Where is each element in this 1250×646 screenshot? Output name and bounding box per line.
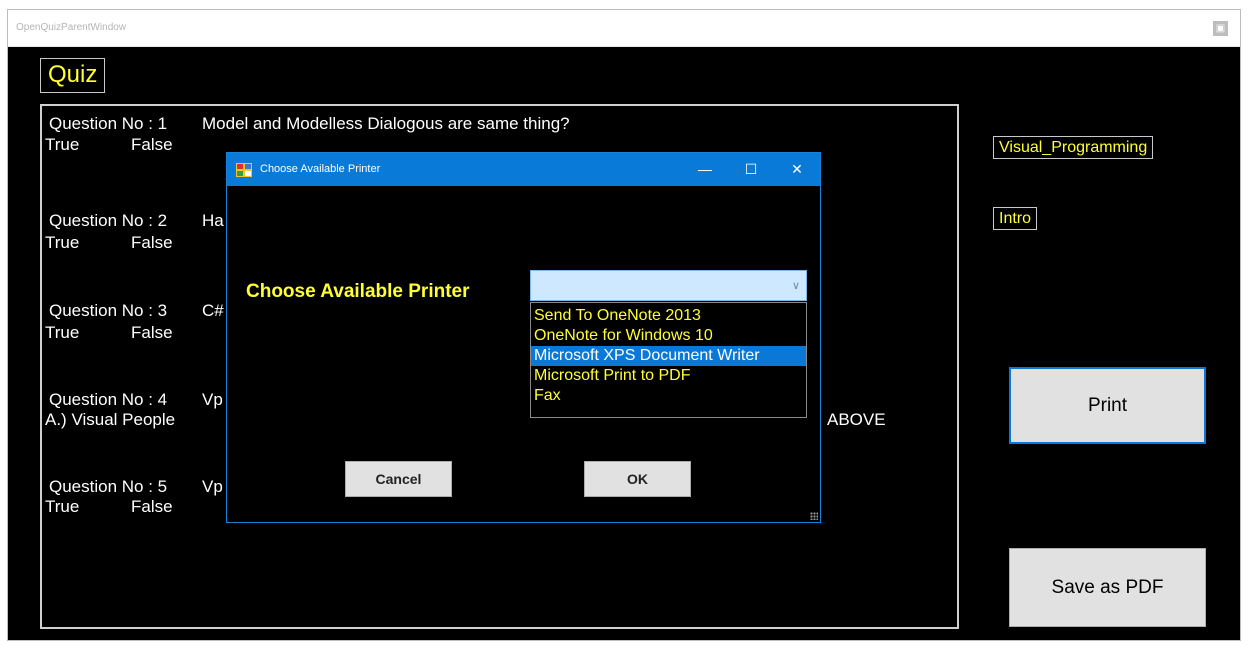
question-3-label: Question No : 3	[49, 301, 168, 320]
topic-tag: Intro	[993, 207, 1038, 230]
question-3-text: C#	[202, 301, 224, 320]
app-icon	[236, 163, 252, 177]
printer-option-send-to-onenote-2013[interactable]: Send To OneNote 2013	[531, 306, 806, 326]
quiz-title: Quiz	[40, 58, 106, 93]
print-button[interactable]: Print	[1009, 367, 1206, 444]
question-5-answer-false[interactable]: False	[131, 497, 173, 517]
question-3-answer-true[interactable]: True	[45, 323, 79, 343]
resize-grip-icon[interactable]	[810, 512, 818, 520]
question-3-answer-false[interactable]: False	[131, 323, 173, 343]
printer-dropdown-list: Send To OneNote 2013 OneNote for Windows…	[530, 302, 807, 418]
question-5-label: Question No : 5	[49, 477, 168, 496]
question-1-answer-false[interactable]: False	[131, 135, 173, 155]
ok-button[interactable]: OK	[584, 461, 691, 497]
window-titlebar[interactable]: OpenQuizParentWindow ▣	[8, 10, 1240, 47]
question-4-answer-trailing[interactable]: ABOVE	[827, 410, 886, 430]
question-2-text: Ha	[202, 211, 224, 230]
printer-option-print-to-pdf[interactable]: Microsoft Print to PDF	[531, 366, 806, 386]
question-4-answer-a[interactable]: A.) Visual People	[45, 410, 175, 430]
printer-option-fax[interactable]: Fax	[531, 386, 806, 406]
restore-icon[interactable]: ▣	[1213, 21, 1228, 36]
printer-option-xps-writer[interactable]: Microsoft XPS Document Writer	[531, 346, 806, 366]
maximize-icon[interactable]: ☐	[728, 153, 774, 186]
question-1-text: Model and Modelless Dialogous are same t…	[202, 114, 570, 133]
close-icon[interactable]: ✕	[774, 153, 820, 186]
minimize-icon[interactable]: —	[682, 153, 728, 186]
question-5-answer-true[interactable]: True	[45, 497, 79, 517]
printer-select[interactable]: ∨	[530, 270, 807, 301]
question-1-label: Question No : 1	[49, 114, 168, 133]
choose-printer-dialog: Choose Available Printer — ☐ ✕ Choose Av…	[226, 152, 821, 523]
question-2-label: Question No : 2	[49, 211, 168, 230]
question-4-label: Question No : 4	[49, 390, 168, 409]
question-2-answer-true[interactable]: True	[45, 233, 79, 253]
dialog-title: Choose Available Printer	[260, 163, 381, 175]
question-4-text: Vp	[202, 390, 223, 409]
save-as-pdf-button[interactable]: Save as PDF	[1009, 548, 1206, 627]
printer-label: Choose Available Printer	[246, 281, 470, 302]
question-1-answer-true[interactable]: True	[45, 135, 79, 155]
question-2-answer-false[interactable]: False	[131, 233, 173, 253]
cancel-button[interactable]: Cancel	[345, 461, 452, 497]
window-title: OpenQuizParentWindow	[16, 22, 127, 33]
chevron-down-icon[interactable]: ∨	[792, 279, 800, 292]
dialog-titlebar[interactable]: Choose Available Printer — ☐ ✕	[227, 153, 820, 186]
question-5-text: Vp	[202, 477, 223, 496]
printer-option-onenote-windows-10[interactable]: OneNote for Windows 10	[531, 326, 806, 346]
subject-tag: Visual_Programming	[993, 136, 1154, 159]
